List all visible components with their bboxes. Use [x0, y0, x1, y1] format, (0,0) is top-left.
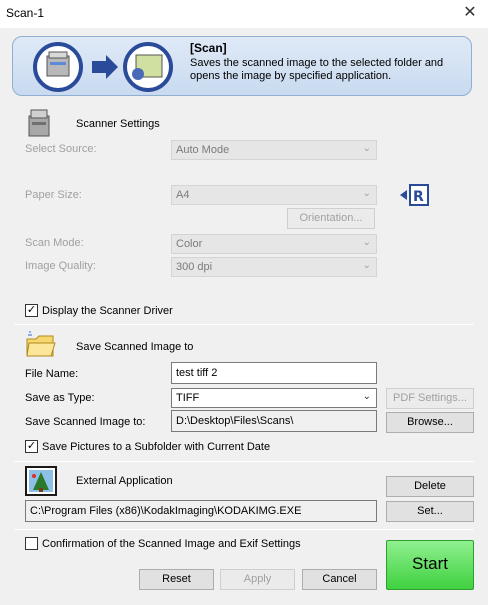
select-source-label: Select Source: [25, 143, 97, 155]
paper-size-label: Paper Size: [25, 189, 82, 201]
delete-button[interactable]: Delete [386, 476, 474, 497]
paper-size-value: A4 [176, 189, 190, 201]
folder-icon [26, 331, 56, 357]
chevron-down-icon: ⌄ [362, 260, 371, 271]
reset-button[interactable]: Reset [139, 569, 214, 590]
subfolder-label: Save Pictures to a Subfolder with Curren… [42, 441, 271, 453]
image-quality-dropdown[interactable]: 300 dpi ⌄ [171, 257, 377, 277]
external-app-heading: External Application [76, 475, 173, 487]
chevron-down-icon: ⌄ [362, 143, 371, 154]
browse-button[interactable]: Browse... [386, 412, 474, 433]
display-driver-label: Display the Scanner Driver [42, 305, 173, 317]
paper-orientation-icon: R [400, 184, 429, 206]
paper-size-dropdown[interactable]: A4 ⌄ [171, 185, 377, 205]
subfolder-checkbox[interactable]: ✓ [25, 440, 38, 453]
display-driver-checkbox[interactable]: ✓ [25, 304, 38, 317]
chevron-down-icon: ⌄ [362, 391, 371, 402]
divider [14, 529, 474, 530]
confirmation-label: Confirmation of the Scanned Image and Ex… [42, 538, 301, 550]
external-app-icon [25, 466, 57, 496]
save-to-path-field[interactable]: D:\Desktop\Files\Scans\ [171, 410, 377, 432]
save-as-type-label: Save as Type: [25, 392, 95, 404]
window-title: Scan-1 [6, 6, 45, 20]
scanner-settings-heading: Scanner Settings [76, 118, 160, 130]
select-source-value: Auto Mode [176, 144, 230, 156]
file-name-label: File Name: [25, 368, 79, 380]
confirmation-checkbox[interactable] [25, 537, 38, 550]
chevron-down-icon: ⌄ [362, 188, 371, 199]
scan-mode-label: Scan Mode: [25, 237, 84, 249]
external-app-path-field[interactable]: C:\Program Files (x86)\KodakImaging\KODA… [25, 500, 377, 522]
chevron-down-icon: ⌄ [362, 237, 371, 248]
save-as-type-value: TIFF [176, 392, 200, 404]
scanner-icon [28, 109, 50, 137]
save-as-type-dropdown[interactable]: TIFF ⌄ [171, 388, 377, 408]
close-icon[interactable]: ✕ [458, 3, 482, 23]
orientation-button[interactable]: Orientation... [287, 208, 375, 229]
banner-title: [Scan] [190, 41, 227, 55]
set-button[interactable]: Set... [386, 501, 474, 522]
save-heading: Save Scanned Image to [76, 341, 194, 353]
banner-description: Saves the scanned image to the selected … [190, 57, 444, 82]
image-quality-value: 300 dpi [176, 261, 213, 273]
start-button[interactable]: Start [386, 540, 474, 590]
title-bar [0, 0, 488, 28]
select-source-dropdown[interactable]: Auto Mode ⌄ [171, 140, 377, 160]
svg-text:R: R [413, 189, 424, 205]
file-name-input[interactable]: test tiff 2 [171, 362, 377, 384]
scan-mode-value: Color [176, 238, 203, 250]
save-to-label: Save Scanned Image to: [25, 416, 146, 428]
cancel-button[interactable]: Cancel [302, 569, 377, 590]
scan-flow-icon [33, 42, 173, 92]
apply-button[interactable]: Apply [220, 569, 295, 590]
divider [14, 461, 474, 462]
pdf-settings-button[interactable]: PDF Settings... [386, 388, 474, 409]
image-quality-label: Image Quality: [25, 260, 96, 272]
divider [14, 324, 474, 325]
scan-mode-dropdown[interactable]: Color ⌄ [171, 234, 377, 254]
